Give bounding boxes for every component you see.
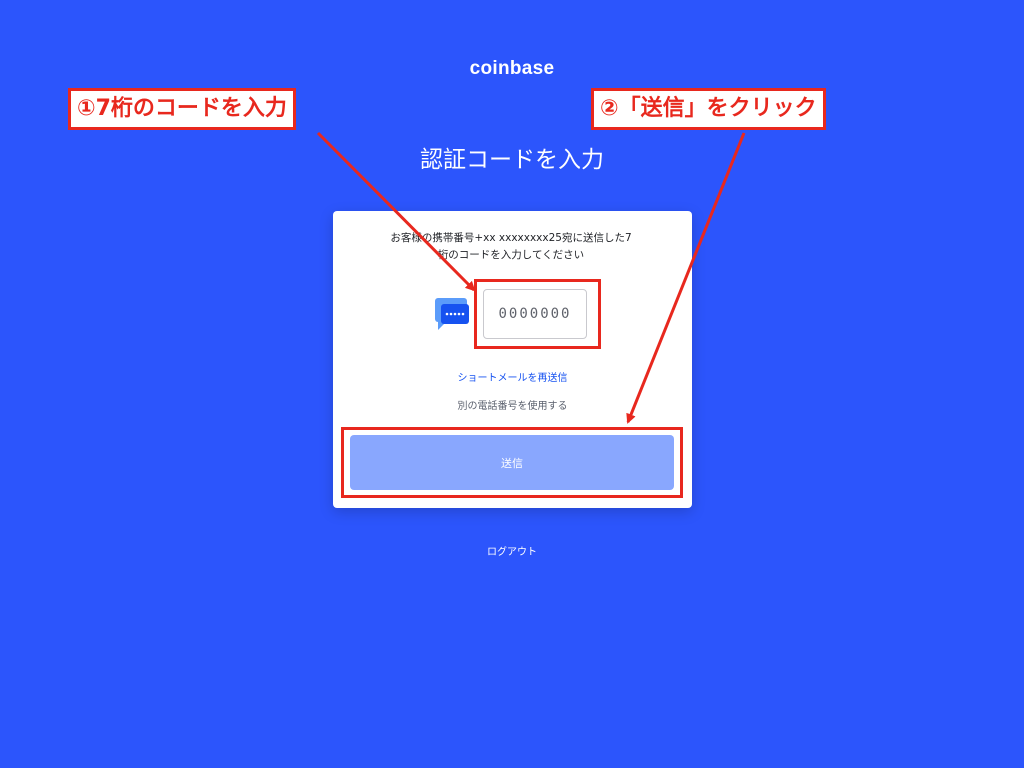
- resend-sms-link[interactable]: ショートメールを再送信: [333, 369, 692, 384]
- page-title: 認証コードを入力: [420, 147, 604, 173]
- instructions-text: お客様の携帯番号+xx xxxxxxxx25宛に送信した7 桁のコードを入力して…: [361, 230, 661, 264]
- annotation-step-2: ②「送信」をクリック: [591, 88, 826, 130]
- sms-message-icon: [435, 298, 469, 330]
- annotation-box-submit-button: [341, 427, 683, 498]
- instructions-line-1: お客様の携帯番号+xx xxxxxxxx25宛に送信した7: [390, 232, 632, 244]
- use-other-phone-link[interactable]: 別の電話番号を使用する: [333, 397, 692, 412]
- instructions-line-2: 桁のコードを入力してください: [437, 249, 585, 261]
- annotation-box-code-input: [474, 279, 601, 349]
- coinbase-logo: coinbase: [469, 58, 555, 79]
- logout-link[interactable]: ログアウト: [0, 543, 1024, 558]
- annotation-step-1: ①7桁のコードを入力: [68, 88, 296, 130]
